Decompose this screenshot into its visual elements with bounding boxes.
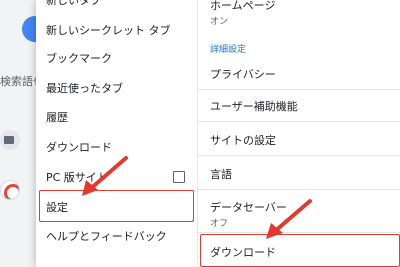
desktop-site-checkbox[interactable] bbox=[173, 171, 185, 183]
menu-item-label: 履歴 bbox=[46, 111, 68, 124]
setting-title: ユーザー補助機能 bbox=[210, 100, 298, 113]
menu-item-label: ブックマーク bbox=[46, 52, 112, 65]
menu-item-bookmarks[interactable]: ブックマーク bbox=[36, 41, 197, 75]
menu-item-label: 新しいタブ bbox=[46, 0, 101, 7]
google-shortcut-icon[interactable] bbox=[0, 180, 20, 200]
setting-privacy[interactable]: プライバシー bbox=[198, 66, 400, 82]
menu-item-help-feedback[interactable]: ヘルプとフィードバック bbox=[36, 219, 197, 253]
setting-title: 言語 bbox=[210, 168, 232, 181]
setting-subtitle: オン bbox=[210, 17, 229, 27]
section-header-advanced: 詳細設定 bbox=[210, 45, 247, 55]
menu-item-label: 新しいシークレット タブ bbox=[46, 24, 171, 37]
divider bbox=[198, 121, 400, 122]
divider bbox=[198, 189, 400, 190]
menu-item-label: ヘルプとフィードバック bbox=[46, 230, 167, 243]
setting-languages[interactable]: 言語 bbox=[198, 166, 400, 182]
menu-item-history[interactable]: 履歴 bbox=[36, 100, 197, 134]
shortcut-icon[interactable] bbox=[0, 130, 20, 150]
divider bbox=[198, 89, 400, 90]
setting-accessibility[interactable]: ユーザー補助機能 bbox=[198, 98, 400, 114]
setting-title: サイトの設定 bbox=[210, 134, 276, 147]
setting-title: プライバシー bbox=[210, 68, 276, 81]
overflow-menu: 新しいタブ 新しいシークレット タブ ブックマーク 最近使ったタブ 履歴 ダウン… bbox=[36, 0, 197, 267]
setting-title: ホームページ bbox=[210, 0, 276, 12]
annotation-arrow-icon bbox=[82, 156, 128, 196]
setting-site-settings[interactable]: サイトの設定 bbox=[198, 132, 400, 148]
divider bbox=[198, 155, 400, 156]
annotation-arrow-icon bbox=[266, 199, 312, 239]
menu-item-label: 最近使ったタブ bbox=[46, 82, 123, 95]
setting-homepage[interactable]: ホームページ オン bbox=[198, 0, 400, 27]
